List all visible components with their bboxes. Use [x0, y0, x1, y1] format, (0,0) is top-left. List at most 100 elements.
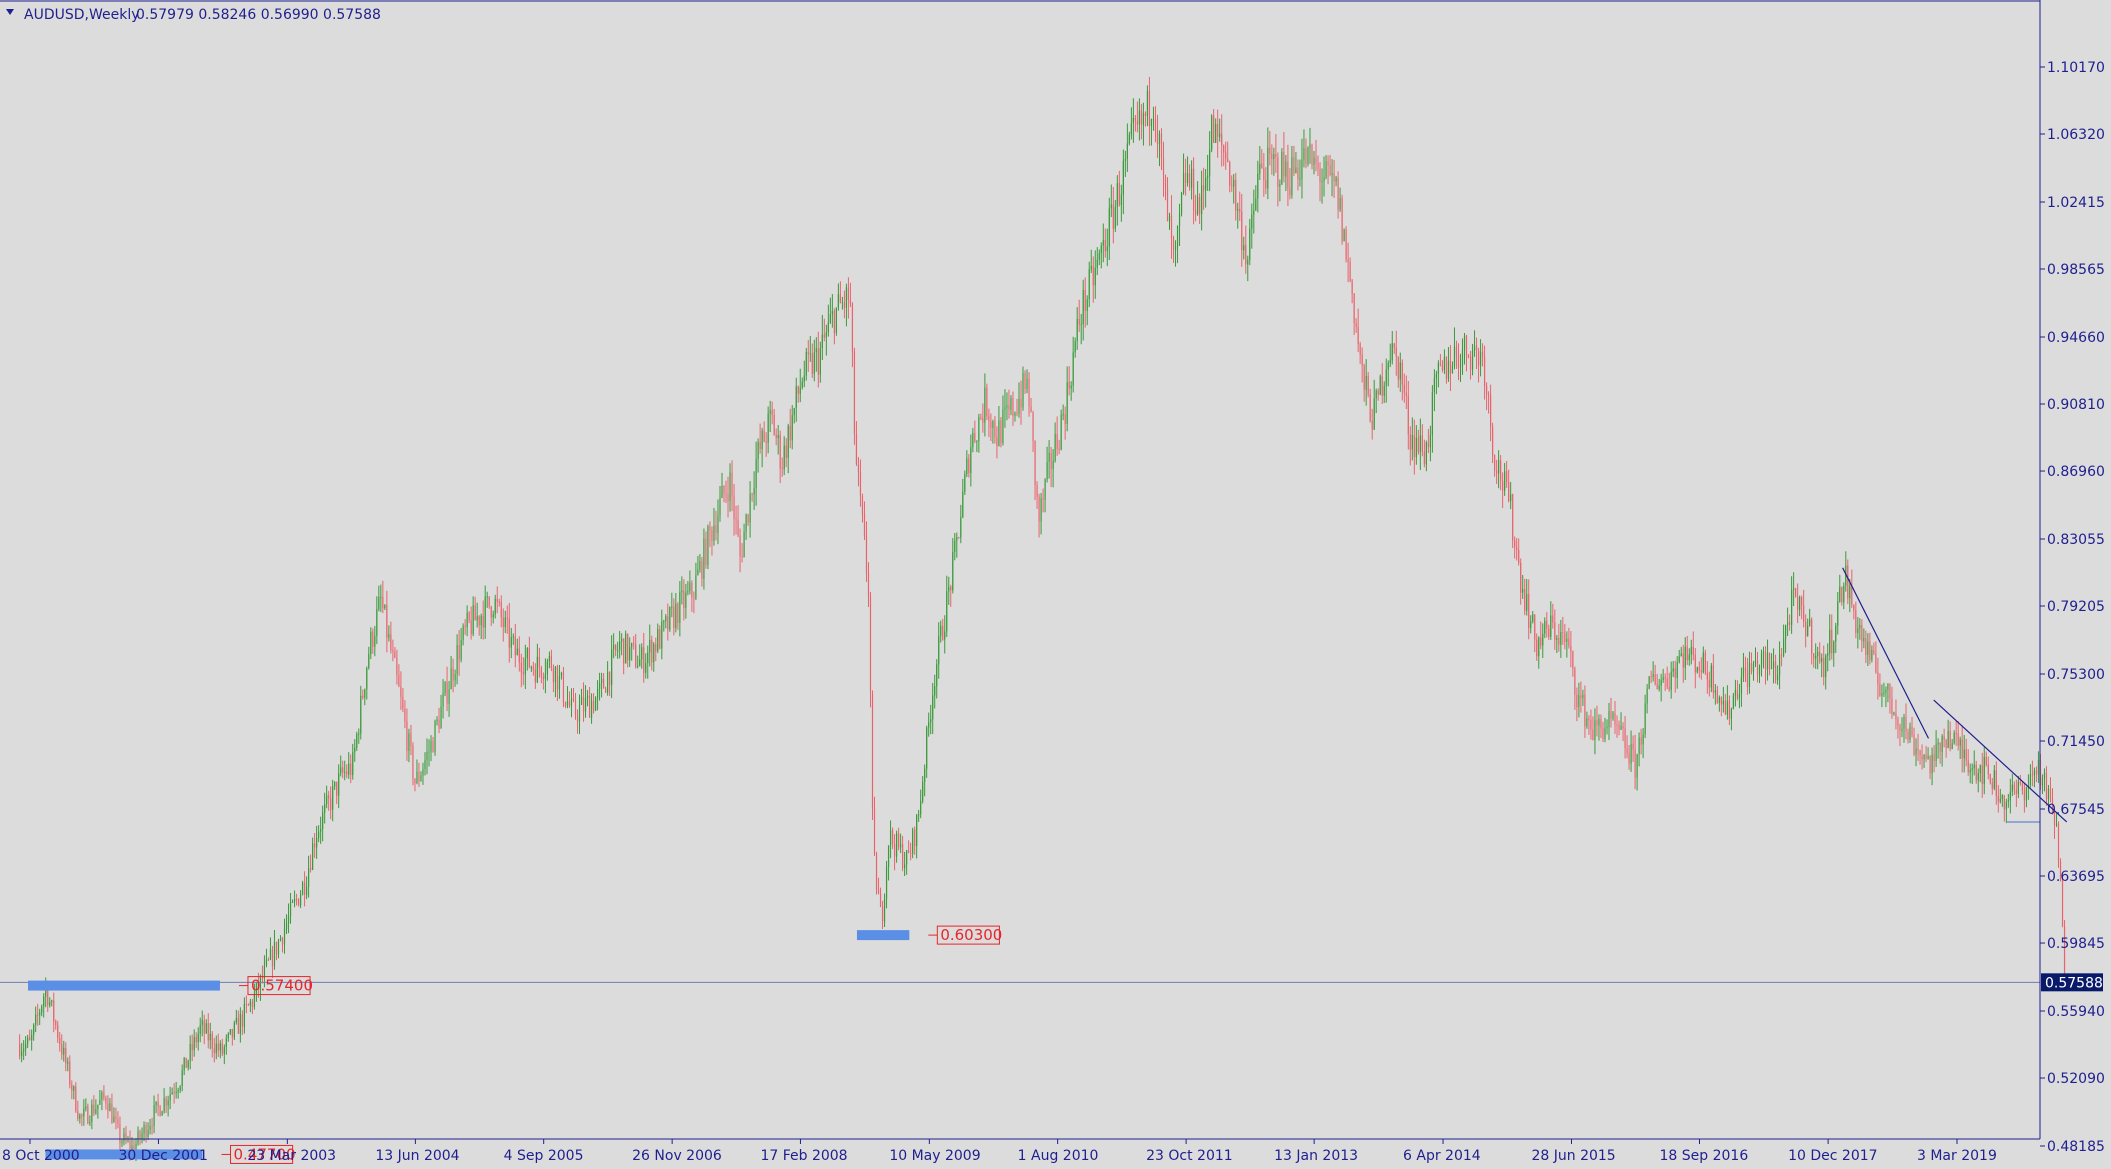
candle-body — [1192, 168, 1195, 211]
candle — [1789, 614, 1791, 631]
candle-body — [956, 537, 958, 541]
candle — [954, 533, 956, 561]
candle-body — [1674, 668, 1676, 678]
candle-body — [1353, 293, 1355, 324]
candle-body — [307, 868, 310, 887]
candle-body — [657, 629, 659, 652]
candle-body — [823, 334, 825, 338]
candle-body — [908, 850, 910, 854]
candle-body — [1054, 434, 1056, 461]
candle — [301, 880, 304, 896]
candle — [944, 615, 946, 654]
chart-window[interactable]: 0.57400 0.60300 0.47700 1.10170 1.06320 1.02… — [0, 0, 2111, 1169]
candle-body — [1182, 173, 1185, 193]
candle — [203, 1014, 205, 1045]
time-tick-label: 23 Oct 2011 — [1146, 1148, 1233, 1164]
candle — [1746, 658, 1749, 695]
candle — [1174, 240, 1177, 267]
candle — [1205, 169, 1207, 208]
candle-body — [1413, 435, 1415, 458]
candle — [755, 441, 757, 506]
candle — [988, 408, 990, 438]
candle — [1190, 160, 1193, 200]
candle — [605, 686, 607, 694]
candle-body — [1289, 188, 1291, 196]
candle-body — [1508, 482, 1510, 501]
candle — [1614, 701, 1616, 735]
candle — [1004, 389, 1006, 428]
price-chart[interactable]: 0.574000.603000.47700 1.101701.063201.02… — [0, 0, 2111, 1169]
candle-body — [79, 1114, 81, 1119]
candle-body — [67, 1061, 69, 1064]
candle-body — [849, 299, 852, 305]
candle-body — [607, 671, 609, 693]
candle-body — [869, 596, 872, 694]
candle-body — [201, 1020, 203, 1025]
candle — [586, 690, 589, 707]
candle — [1654, 664, 1656, 686]
candle — [428, 739, 430, 767]
candle — [1184, 158, 1187, 196]
candle — [1985, 751, 1987, 767]
candle — [540, 665, 542, 684]
candle-body — [990, 421, 992, 428]
candle-body — [1407, 395, 1409, 435]
candle — [1056, 416, 1058, 456]
candle-body — [946, 591, 948, 632]
price-tick-label: 0.67545 — [2047, 802, 2105, 818]
candle — [165, 1096, 167, 1113]
candle — [1508, 469, 1510, 503]
candle — [1267, 127, 1269, 200]
candle-body — [651, 639, 653, 663]
candle-body — [972, 432, 974, 448]
candle — [434, 719, 436, 756]
candle-body — [1690, 646, 1692, 655]
candle-body — [2023, 790, 2025, 801]
candle-body — [1419, 435, 1421, 453]
candle-body — [1176, 225, 1179, 247]
candle-body — [1492, 426, 1494, 456]
candle — [739, 528, 741, 573]
candle-body — [1861, 625, 1863, 642]
candle-body — [671, 606, 673, 608]
candle — [1353, 293, 1355, 335]
candle-body — [1078, 319, 1080, 325]
candle — [167, 1095, 169, 1117]
candle — [1720, 696, 1722, 717]
candle — [474, 596, 476, 621]
candle-body — [659, 629, 661, 649]
candle-body — [799, 387, 801, 394]
candle — [1034, 440, 1036, 501]
candle — [1058, 439, 1060, 455]
candle — [1315, 139, 1317, 172]
candle — [1989, 773, 1991, 785]
candle — [432, 736, 434, 753]
candle — [79, 1113, 81, 1124]
candle-body — [1959, 739, 1961, 746]
candle-body — [1819, 651, 1821, 662]
candle-body — [992, 421, 994, 428]
candle-body — [1867, 641, 1869, 655]
candle — [287, 903, 290, 934]
candle-body — [287, 915, 290, 924]
candle — [1437, 360, 1440, 388]
candle — [1144, 111, 1147, 127]
candle — [307, 855, 310, 898]
candle — [518, 636, 520, 672]
candle — [749, 481, 751, 538]
candle — [1949, 721, 1951, 752]
candle — [1889, 683, 1891, 714]
candle-body — [1935, 744, 1937, 762]
candle-body — [1072, 352, 1074, 386]
candle — [980, 413, 982, 421]
candle — [1030, 397, 1032, 413]
candle — [1415, 425, 1417, 465]
candle — [1676, 656, 1678, 689]
candle — [994, 416, 996, 444]
candle — [314, 832, 316, 858]
candle-body — [115, 1116, 117, 1120]
candle — [885, 860, 888, 909]
candle-body — [1293, 157, 1295, 174]
candle — [1409, 426, 1411, 466]
candle-body — [1046, 462, 1048, 480]
